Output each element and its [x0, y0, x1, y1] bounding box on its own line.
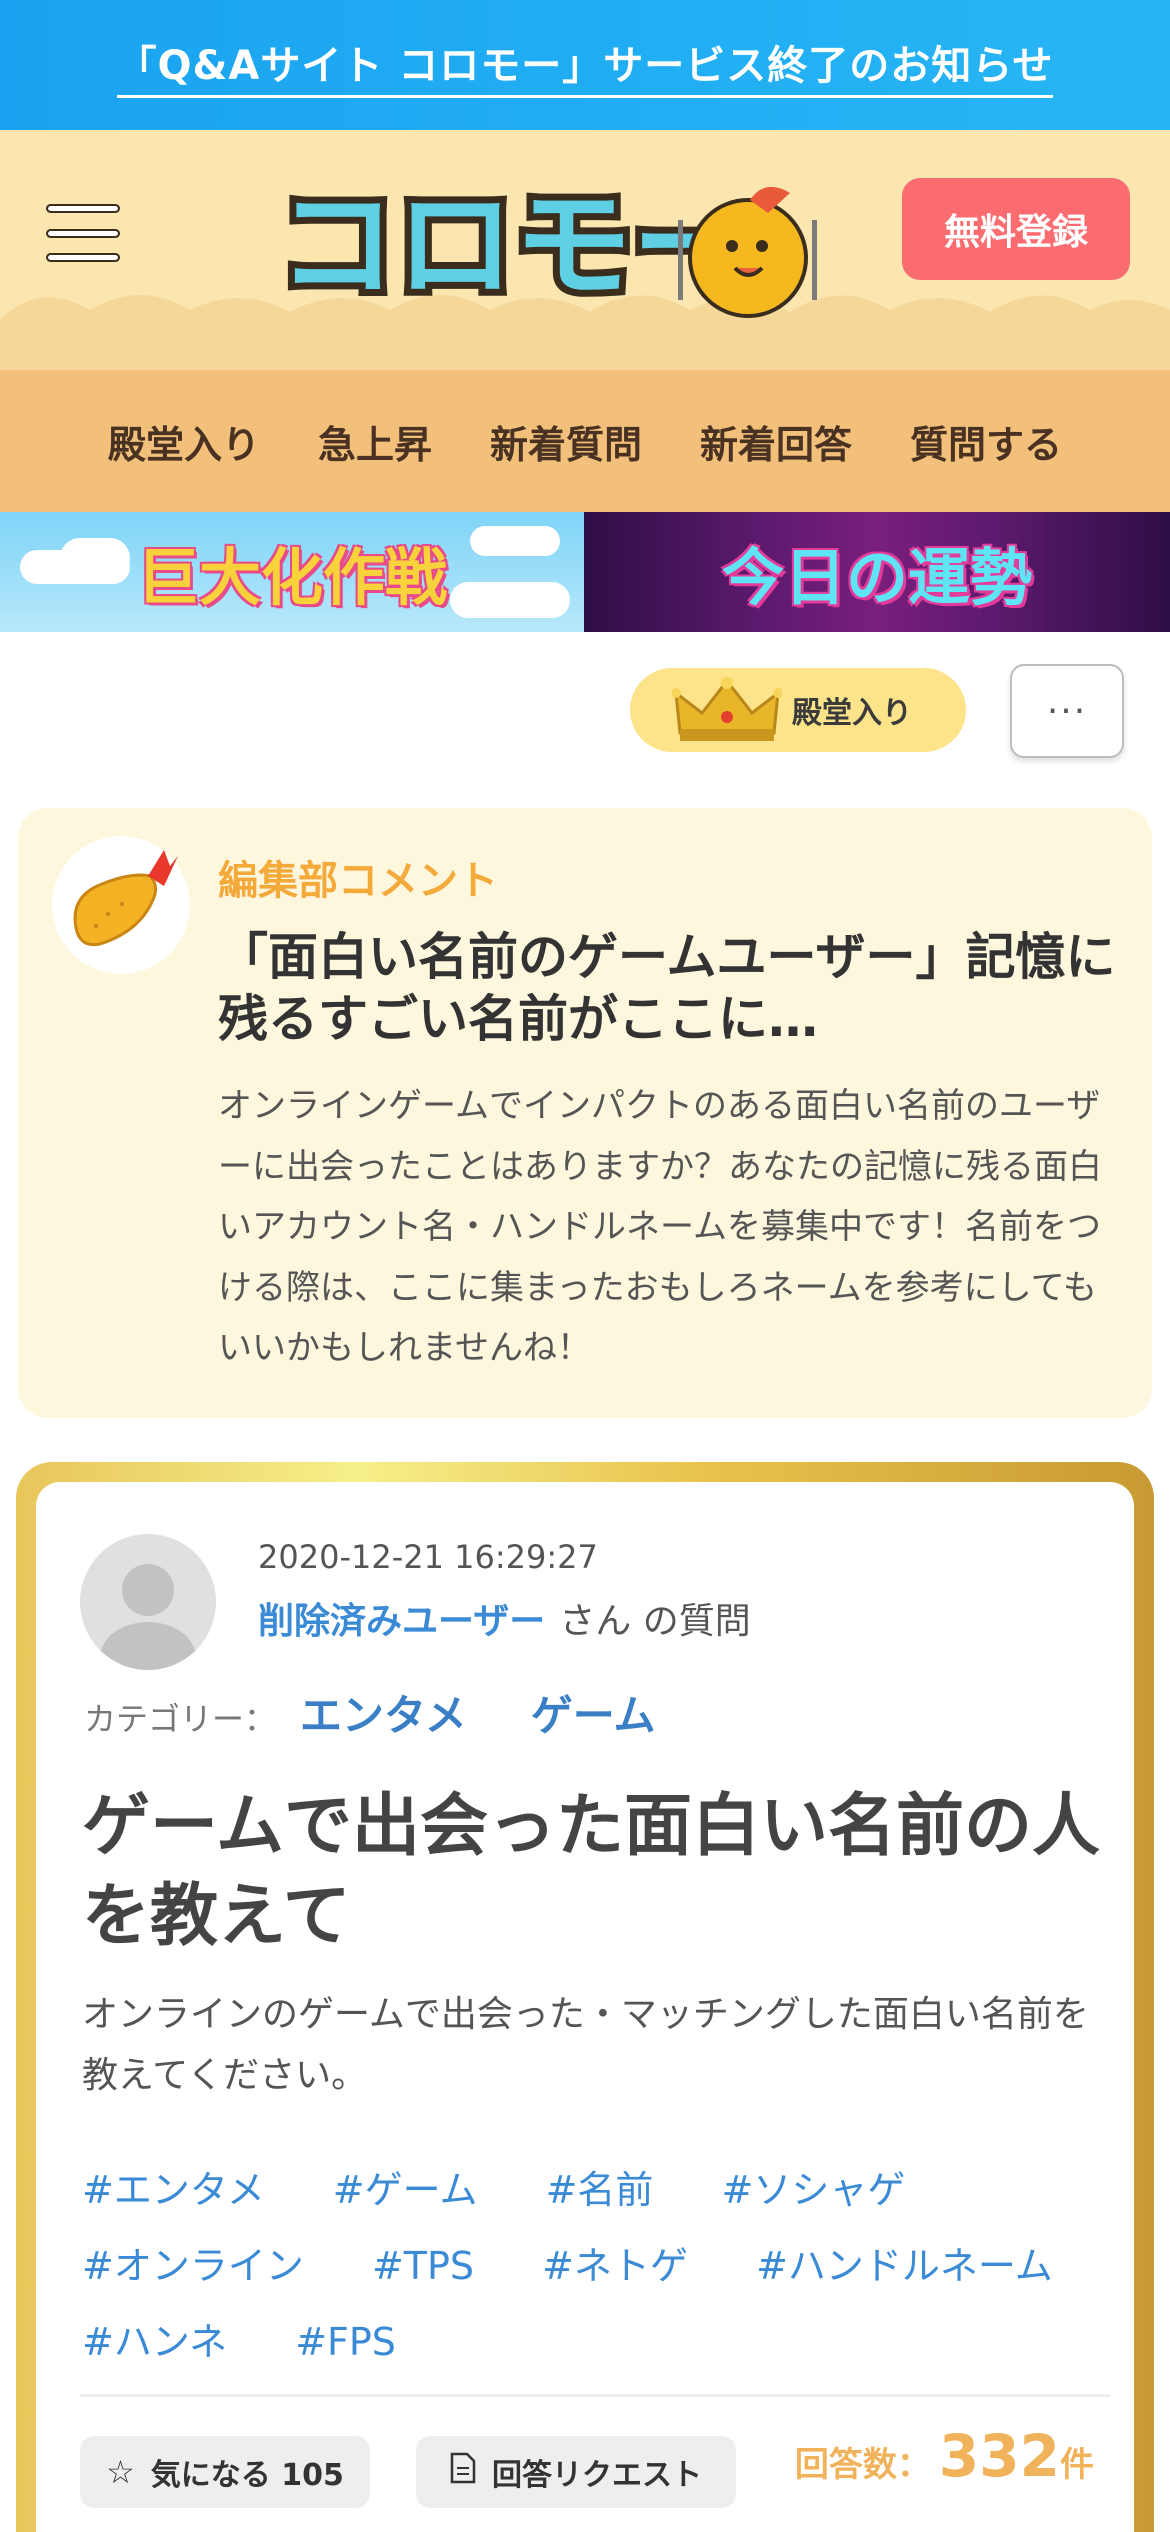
category-link-game[interactable]: ゲーム	[531, 1682, 656, 1743]
cloud-decoration	[450, 582, 570, 618]
answer-request-label: 回答リクエスト	[492, 2458, 702, 2493]
star-outline-icon: ☆	[106, 2453, 135, 2491]
tag-link[interactable]: #オンライン	[82, 2244, 304, 2288]
banner-giant-campaign-title: 巨大化作戦	[136, 541, 447, 614]
nav-item-trending[interactable]: 急上昇	[318, 414, 432, 469]
tag-link[interactable]: #TPS	[372, 2244, 474, 2288]
editorial-label: 編集部コメント	[218, 858, 498, 904]
question-tags: #エンタメ #ゲーム #名前 #ソシャゲ #オンライン #TPS #ネトゲ #ハ…	[82, 2152, 1122, 2380]
hamburger-menu-button[interactable]	[44, 198, 122, 268]
site-logo[interactable]: コロモー コロモー	[270, 158, 840, 333]
fried-shrimp-icon	[73, 850, 178, 947]
question-byline: 削除済みユーザー さん の質問	[258, 1592, 751, 1644]
category-link-entertainment[interactable]: エンタメ	[300, 1682, 467, 1743]
more-options-button[interactable]: ···	[1010, 664, 1124, 758]
service-end-notice-link[interactable]: 「Q&Aサイト コロモー」サービス終了のお知らせ	[116, 33, 1054, 98]
answer-count-label: 回答数：	[794, 2445, 931, 2485]
tag-link[interactable]: #ハンネ	[82, 2320, 227, 2364]
question-card-frame: 2020-12-21 16:29:27 削除済みユーザー さん の質問 カテゴリー…	[16, 1462, 1154, 2532]
cloud-decoration	[60, 538, 130, 578]
cloud-decoration	[470, 526, 560, 556]
hall-of-fame-badge[interactable]: 殿堂入り	[630, 668, 966, 752]
category-row: カテゴリー： エンタメ ゲーム	[84, 1682, 696, 1743]
banner-daily-fortune-title: 今日の運勢	[721, 541, 1032, 614]
answer-request-button[interactable]: 回答リクエスト	[416, 2436, 736, 2508]
editor-avatar	[52, 836, 190, 974]
tag-link[interactable]: #ハンドルネーム	[756, 2244, 1053, 2288]
default-user-icon[interactable]	[80, 1534, 216, 1670]
tag-link[interactable]: #名前	[546, 2168, 654, 2212]
watch-button[interactable]: ☆ 気になる 105	[80, 2436, 370, 2508]
tag-link[interactable]: #ネトゲ	[542, 2244, 688, 2288]
hall-of-fame-label: 殿堂入り	[792, 696, 912, 731]
editorial-title: 「面白い名前のゲームユーザー」記憶に残るすごい名前がここに…	[218, 928, 1116, 1048]
promo-banners: 巨大化作戦 今日の運勢	[0, 512, 1170, 632]
category-label: カテゴリー：	[84, 1700, 277, 1738]
answer-count-unit: 件	[1060, 2445, 1094, 2485]
nav-item-hall-of-fame[interactable]: 殿堂入り	[108, 414, 260, 469]
nav-item-new-answers[interactable]: 新着回答	[700, 414, 852, 469]
question-card: 2020-12-21 16:29:27 削除済みユーザー さん の質問 カテゴリー…	[36, 1482, 1134, 2532]
hamburger-icon-bar	[46, 253, 120, 262]
nav-item-new-questions[interactable]: 新着質問	[490, 414, 642, 469]
question-timestamp: 2020-12-21 16:29:27	[258, 1538, 598, 1576]
service-end-notice-bar: 「Q&Aサイト コロモー」サービス終了のお知らせ	[0, 0, 1170, 130]
answer-count: 回答数： 332 件	[795, 2422, 1094, 2490]
card-divider	[80, 2394, 1110, 2397]
tag-link[interactable]: #ソシャゲ	[722, 2168, 906, 2212]
free-signup-button[interactable]: 無料登録	[902, 178, 1130, 280]
nav-item-ask-question[interactable]: 質問する	[910, 414, 1062, 469]
tag-link[interactable]: #FPS	[295, 2320, 396, 2364]
hamburger-icon-bar	[46, 204, 120, 213]
tag-link[interactable]: #エンタメ	[82, 2168, 265, 2212]
editorial-comment-box: 編集部コメント 「面白い名前のゲームユーザー」記憶に残るすごい名前がここに… オ…	[18, 808, 1152, 1418]
byline-suffix: さん の質問	[559, 1601, 751, 1642]
crown-icon	[672, 677, 782, 741]
answer-count-number: 332	[938, 2422, 1060, 2490]
banner-daily-fortune[interactable]: 今日の運勢	[584, 512, 1170, 632]
site-header: コロモー コロモー 無料登録	[0, 130, 1170, 370]
question-author-link[interactable]: 削除済みユーザー	[258, 1601, 545, 1642]
hamburger-icon-bar	[46, 228, 120, 238]
watch-label: 気になる 105	[150, 2458, 344, 2493]
question-body: オンラインのゲームで出会った・マッチングした面白い名前を教えてください。	[82, 1994, 1089, 2097]
main-nav: 殿堂入り 急上昇 新着質問 新着回答 質問する	[0, 370, 1170, 512]
editorial-body: オンラインゲームでインパクトのある面白い名前のユーザーに出会ったことはありますか…	[218, 1086, 1102, 1369]
document-icon	[450, 2452, 476, 2492]
banner-giant-campaign[interactable]: 巨大化作戦	[0, 512, 584, 632]
user-silhouette-icon	[100, 1564, 196, 1670]
tag-link[interactable]: #ゲーム	[333, 2168, 478, 2212]
question-title: ゲームで出会った面白い名前の人を教えて	[82, 1787, 1100, 1956]
